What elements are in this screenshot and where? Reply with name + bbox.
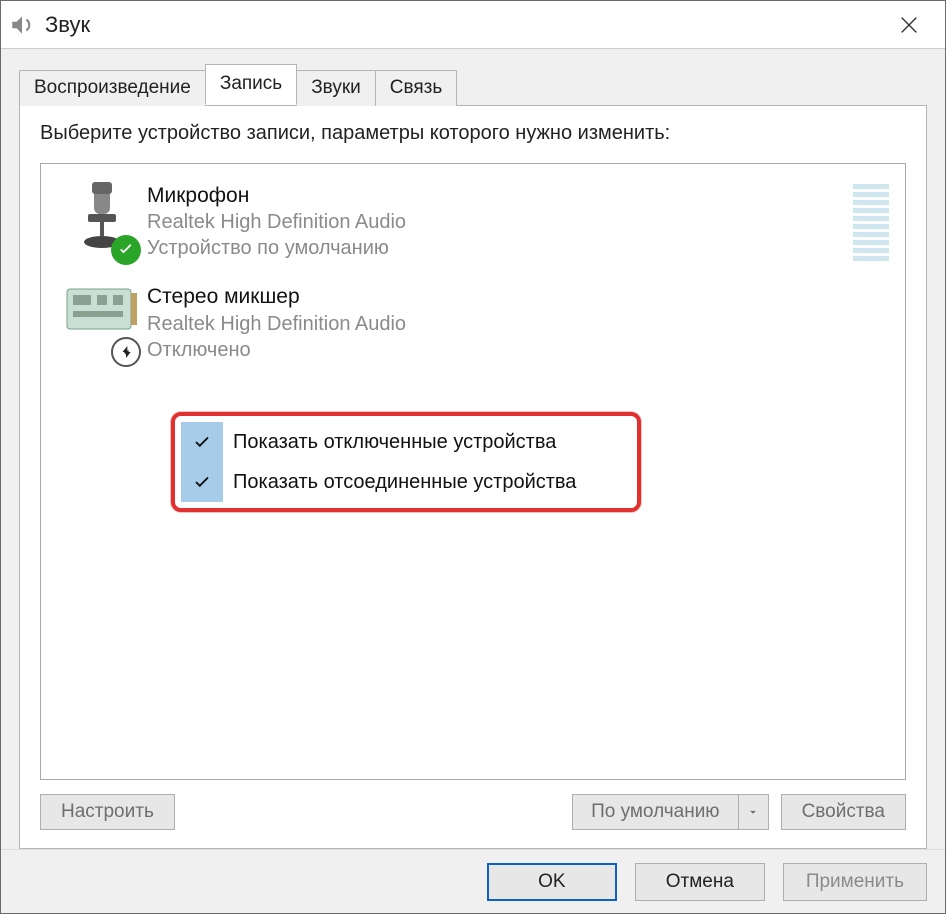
device-text: Стерео микшер Realtek High Definition Au… <box>147 281 889 362</box>
device-driver: Realtek High Definition Audio <box>147 209 853 235</box>
tab-label: Запись <box>220 73 282 94</box>
device-status: Отключено <box>147 337 889 363</box>
client-area: Воспроизведение Запись Звуки Связь Выбер… <box>1 49 945 849</box>
tab-sounds[interactable]: Звуки <box>296 70 376 106</box>
button-label: Свойства <box>802 801 885 823</box>
dropdown-arrow-icon[interactable] <box>738 795 768 829</box>
instruction-text: Выберите устройство записи, параметры ко… <box>40 122 906 145</box>
device-driver: Realtek High Definition Audio <box>147 311 889 337</box>
device-row-microphone[interactable]: Микрофон Realtek High Definition Audio У… <box>53 172 893 273</box>
window-title: Звук <box>45 12 881 38</box>
button-label: OK <box>538 871 565 892</box>
device-text: Микрофон Realtek High Definition Audio У… <box>147 180 853 261</box>
tabstrip: Воспроизведение Запись Звуки Связь <box>19 67 927 105</box>
tab-communications[interactable]: Связь <box>375 70 458 106</box>
button-label: Отмена <box>666 871 734 892</box>
dialog-button-row: OK Отмена Применить <box>1 849 945 913</box>
configure-button[interactable]: Настроить <box>40 794 175 830</box>
button-label: Настроить <box>61 801 154 823</box>
device-icon <box>57 281 147 362</box>
sound-icon <box>9 12 35 38</box>
apply-button[interactable]: Применить <box>783 863 927 901</box>
ok-button[interactable]: OK <box>487 863 617 901</box>
device-name: Микрофон <box>147 182 853 209</box>
device-row-stereo-mix[interactable]: Стерео микшер Realtek High Definition Au… <box>53 273 893 374</box>
tab-label: Связь <box>390 77 443 98</box>
sound-dialog: Звук Воспроизведение Запись Звуки Связь … <box>0 0 946 914</box>
button-label: Применить <box>806 871 904 892</box>
tab-playback[interactable]: Воспроизведение <box>19 70 206 106</box>
tab-label: Воспроизведение <box>34 77 191 98</box>
panel-button-row: Настроить По умолчанию Свойства <box>40 794 906 830</box>
menu-check-icon <box>181 422 223 462</box>
sound-card-icon <box>63 281 141 337</box>
device-name: Стерео микшер <box>147 283 889 310</box>
menu-item-show-disabled[interactable]: Показать отключенные устройства <box>181 422 631 462</box>
button-label: По умолчанию <box>573 795 738 829</box>
level-meter <box>853 180 889 261</box>
disabled-badge-icon <box>111 337 141 367</box>
close-icon <box>898 14 920 36</box>
menu-item-show-disconnected[interactable]: Показать отсоединенные устройства <box>181 462 631 502</box>
tab-panel-recording: Выберите устройство записи, параметры ко… <box>19 105 927 849</box>
tab-label: Звуки <box>311 77 361 98</box>
menu-check-icon <box>181 462 223 502</box>
device-icon <box>57 180 147 261</box>
menu-item-label: Показать отключенные устройства <box>233 431 556 454</box>
device-status: Устройство по умолчанию <box>147 235 853 261</box>
close-button[interactable] <box>881 1 937 49</box>
tab-recording[interactable]: Запись <box>205 64 297 105</box>
device-list[interactable]: Микрофон Realtek High Definition Audio У… <box>40 163 906 780</box>
cancel-button[interactable]: Отмена <box>635 863 765 901</box>
properties-button[interactable]: Свойства <box>781 794 906 830</box>
set-default-button[interactable]: По умолчанию <box>572 794 769 830</box>
context-menu: Показать отключенные устройства Показать… <box>171 412 641 512</box>
menu-item-label: Показать отсоединенные устройства <box>233 471 576 494</box>
titlebar: Звук <box>1 1 945 49</box>
default-check-badge-icon <box>111 235 141 265</box>
